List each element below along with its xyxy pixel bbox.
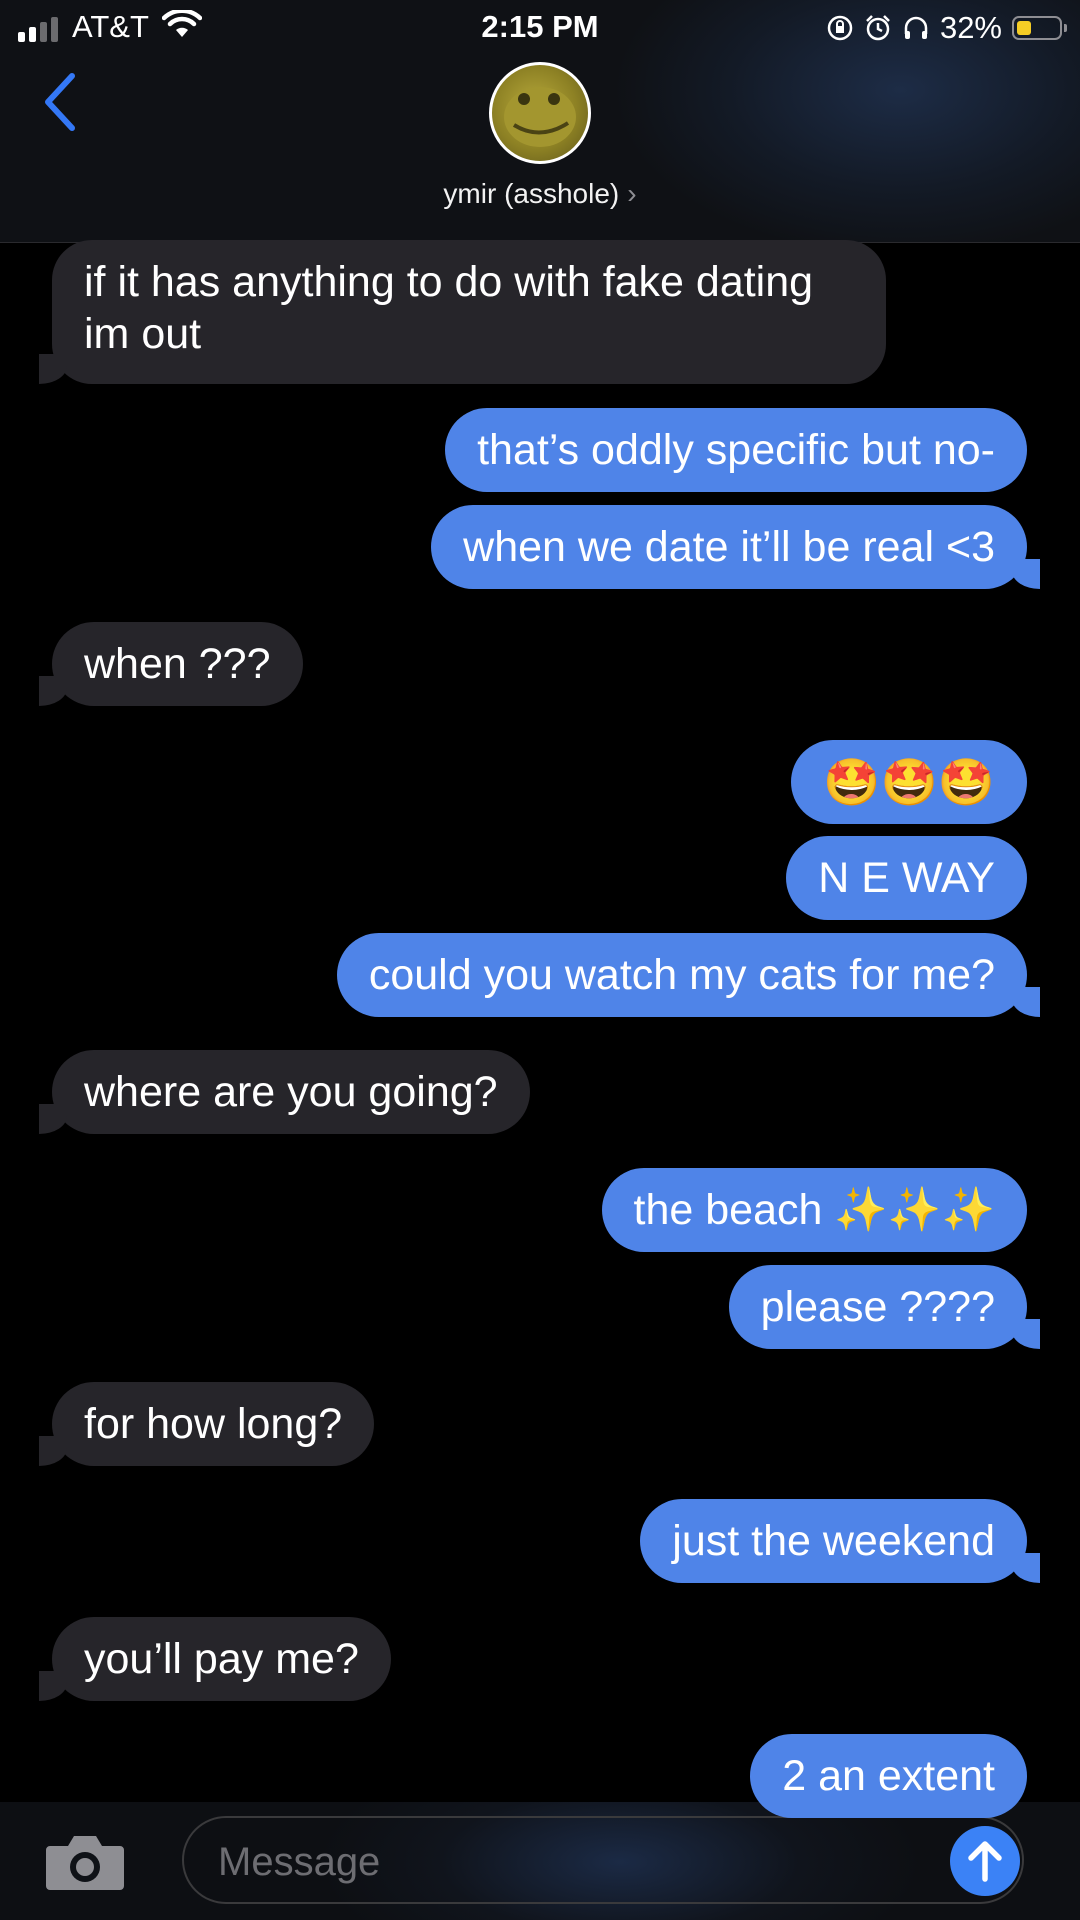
send-arrow-icon <box>968 1841 1002 1882</box>
message-sent-emoji[interactable]: 🤩🤩🤩 <box>791 740 1027 824</box>
message-received[interactable]: for how long? <box>38 1382 375 1466</box>
battery-percent: 32% <box>939 10 1002 45</box>
message-sent[interactable]: that’s oddly specific but no- <box>445 408 1027 492</box>
compose-bar: Message <box>0 1802 1080 1920</box>
message-text-line: im out <box>84 310 202 358</box>
message-text-line: if it has anything to do with fake datin… <box>84 258 814 306</box>
message-sent[interactable]: just the weekend <box>640 1499 1040 1583</box>
message-sent[interactable]: 2 an extent <box>750 1734 1027 1818</box>
message-received[interactable]: if it has anything to do with fake datin… <box>39 240 886 384</box>
battery-icon <box>1012 16 1067 40</box>
message-received[interactable]: when ??? <box>39 622 303 706</box>
conversation-header: AT&T 2:15 PM 32% ymir (asshole) › <box>0 0 1080 243</box>
message-received[interactable]: you’ll pay me? <box>39 1617 391 1701</box>
message-received[interactable]: where are you going? <box>39 1050 530 1134</box>
avatar-face-image <box>504 87 576 147</box>
message-sent[interactable]: N E WAY <box>786 836 1027 920</box>
contact-name: ymir (asshole) <box>443 178 620 209</box>
camera-icon[interactable] <box>44 1832 126 1892</box>
message-sent[interactable]: please ???? <box>728 1265 1041 1349</box>
status-bar: AT&T 2:15 PM 32% <box>0 0 1080 54</box>
chevron-right-icon: › <box>627 178 637 209</box>
orientation-lock-icon <box>827 15 853 41</box>
message-input[interactable]: Message <box>182 1816 1024 1904</box>
headphones-icon <box>904 16 928 39</box>
contact-name-button[interactable]: ymir (asshole) › <box>0 178 1080 210</box>
message-input-placeholder: Message <box>218 1840 381 1884</box>
alarm-icon <box>866 15 890 41</box>
back-chevron-icon[interactable] <box>40 72 80 132</box>
contact-avatar[interactable] <box>489 62 591 164</box>
message-sent[interactable]: the beach ✨✨✨ <box>601 1168 1027 1252</box>
message-sent[interactable]: could you watch my cats for me? <box>336 933 1041 1017</box>
message-sent[interactable]: when we date it’ll be real <3 <box>431 505 1040 589</box>
send-button[interactable] <box>950 1826 1020 1896</box>
